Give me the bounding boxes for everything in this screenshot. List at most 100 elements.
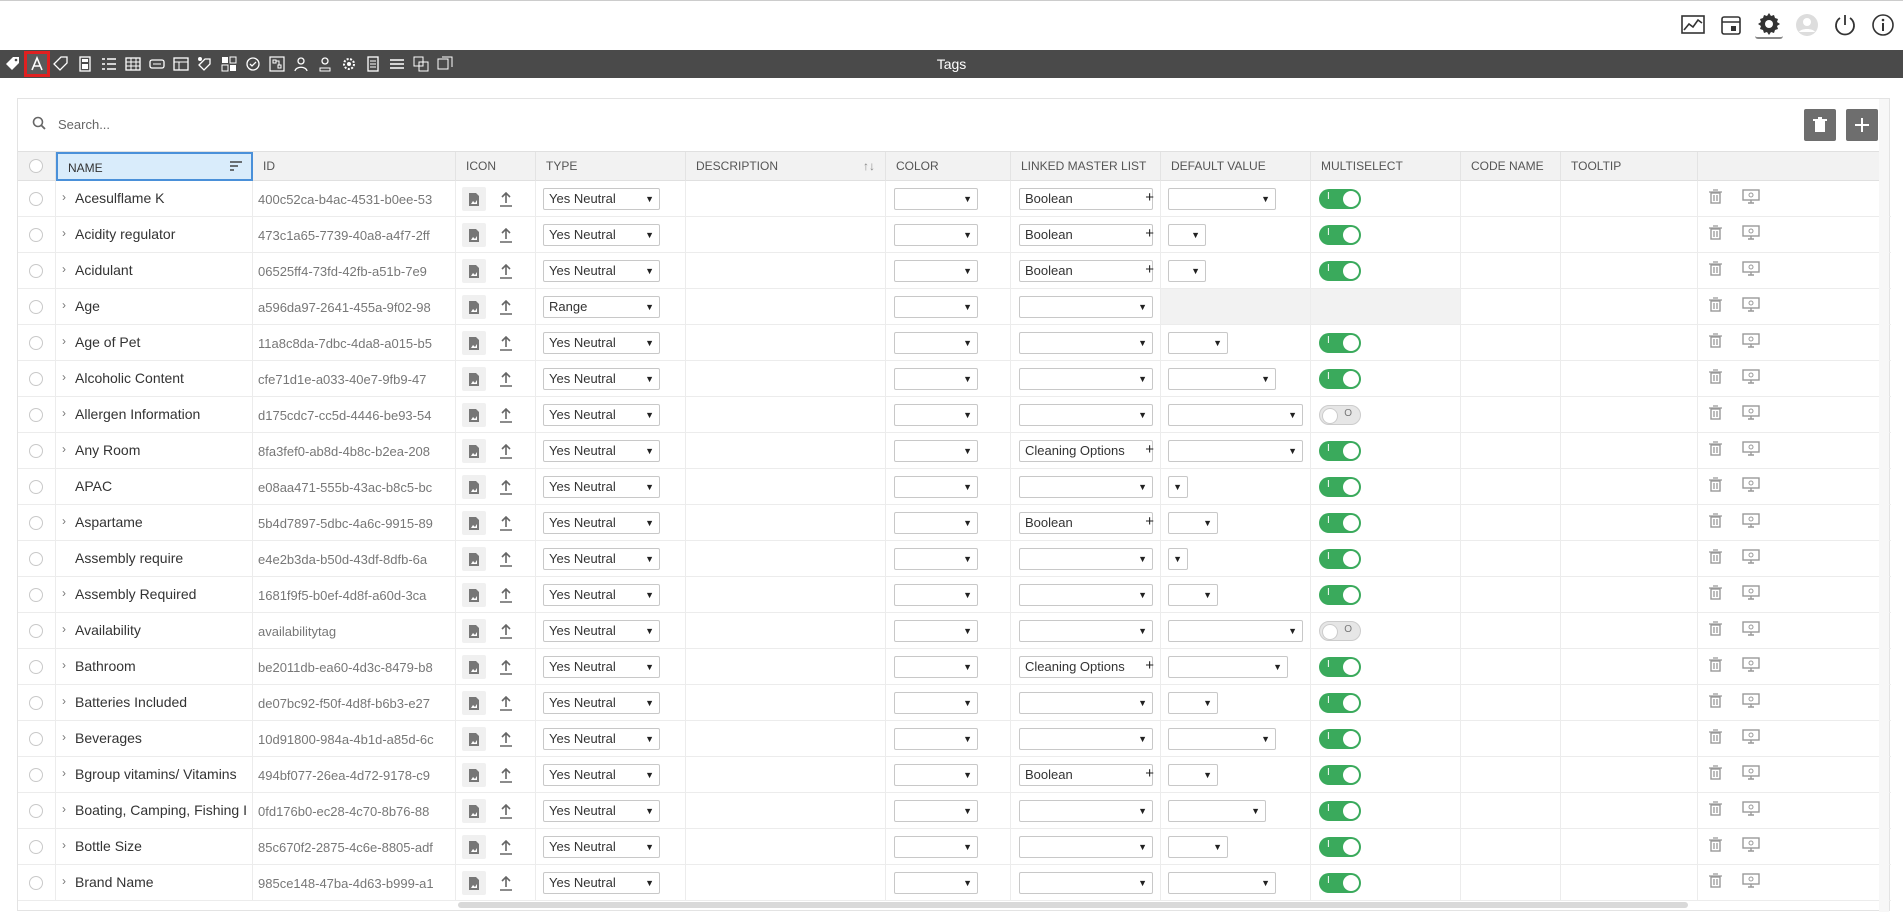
description-cell[interactable] [686, 289, 886, 324]
default-value-select[interactable]: ▼ [1168, 332, 1228, 354]
row-radio[interactable] [29, 588, 43, 602]
default-value-select[interactable]: ▼ [1168, 800, 1266, 822]
name-cell[interactable]: › Bathroom [56, 649, 253, 684]
chevron-right-icon[interactable]: › [62, 730, 66, 744]
trash-icon[interactable] [1709, 261, 1722, 279]
linked-master-list-select[interactable]: ▼ [1019, 404, 1153, 426]
linked-master-list-select[interactable]: Cleaning Options + [1019, 440, 1154, 462]
type-select[interactable]: Yes Neutral ▼ [543, 836, 660, 858]
color-select[interactable]: ▼ [894, 800, 978, 822]
code-name-cell[interactable] [1461, 721, 1561, 756]
type-select[interactable]: Yes Neutral ▼ [543, 548, 660, 570]
row-radio[interactable] [29, 480, 43, 494]
upload-icon[interactable] [494, 583, 518, 607]
trash-icon[interactable] [1709, 333, 1722, 351]
trash-icon[interactable] [1709, 513, 1722, 531]
image-file-icon[interactable] [462, 655, 486, 679]
column-color[interactable]: COLOR [886, 152, 1011, 181]
plus-icon[interactable]: + [1145, 188, 1154, 208]
tooltip-cell[interactable] [1561, 433, 1698, 468]
column-type[interactable]: TYPE [536, 152, 686, 181]
table-row[interactable]: › Acidity regulator 473c1a65-7739-40a8-a4f… [18, 217, 1891, 253]
name-cell[interactable]: › Batteries Included [56, 685, 253, 720]
image-file-icon[interactable] [462, 547, 486, 571]
default-value-select[interactable]: ▼ [1168, 548, 1188, 570]
linked-master-list-select[interactable]: ▼ [1019, 296, 1153, 318]
color-select[interactable]: ▼ [894, 656, 978, 678]
upload-icon[interactable] [494, 799, 518, 823]
default-value-select[interactable]: ▼ [1168, 404, 1303, 426]
linked-master-list-select[interactable]: ▼ [1019, 332, 1153, 354]
name-cell[interactable]: APAC [56, 469, 253, 504]
chevron-right-icon[interactable]: › [62, 766, 66, 780]
gear-icon[interactable] [1755, 11, 1783, 39]
color-select[interactable]: ▼ [894, 512, 978, 534]
image-file-icon[interactable] [462, 223, 486, 247]
color-select[interactable]: ▼ [894, 368, 978, 390]
column-default-value[interactable]: DEFAULT VALUE [1161, 152, 1311, 181]
column-icon[interactable]: ICON [456, 152, 536, 181]
color-select[interactable]: ▼ [894, 764, 978, 786]
tooltip-cell[interactable] [1561, 577, 1698, 612]
image-file-icon[interactable] [462, 403, 486, 427]
tooltip-cell[interactable] [1561, 469, 1698, 504]
color-select[interactable]: ▼ [894, 404, 978, 426]
column-multiselect[interactable]: MULTISELECT [1311, 152, 1461, 181]
upload-icon[interactable] [494, 871, 518, 895]
table-row[interactable]: › Batteries Included de07bc92-f50f-4d8f-b6… [18, 685, 1891, 721]
table-row[interactable]: › Alcoholic Content cfe71d1e-a033-40e7-9fb… [18, 361, 1891, 397]
trash-icon[interactable] [1709, 549, 1722, 567]
name-cell[interactable]: › Acidity regulator [56, 217, 253, 252]
description-cell[interactable] [686, 541, 886, 576]
chevron-right-icon[interactable]: › [62, 874, 66, 888]
image-file-icon[interactable] [462, 799, 486, 823]
upload-icon[interactable] [494, 655, 518, 679]
table-row[interactable]: › Any Room 8fa3fef0-ab8d-4b8c-b2ea-208 Yes … [18, 433, 1891, 469]
edit-display-icon[interactable] [1742, 765, 1760, 783]
description-cell[interactable] [686, 793, 886, 828]
chevron-right-icon[interactable]: › [62, 658, 66, 672]
multiselect-toggle[interactable]: I [1319, 585, 1361, 605]
image-file-icon[interactable] [462, 439, 486, 463]
linked-master-list-select[interactable]: Boolean + [1019, 260, 1154, 282]
linked-master-list-select[interactable]: ▼ [1019, 476, 1153, 498]
multiselect-toggle[interactable]: I [1319, 189, 1361, 209]
name-cell[interactable]: › Alcoholic Content [56, 361, 253, 396]
name-cell[interactable]: › Age [56, 289, 253, 324]
name-cell[interactable]: › Beverages [56, 721, 253, 756]
default-value-select[interactable]: ▼ [1168, 656, 1288, 678]
image-file-icon[interactable] [462, 259, 486, 283]
tooltip-cell[interactable] [1561, 505, 1698, 540]
type-select[interactable]: Yes Neutral ▼ [543, 332, 660, 354]
row-radio[interactable] [29, 660, 43, 674]
edit-display-icon[interactable] [1742, 801, 1760, 819]
column-id[interactable]: ID [253, 152, 456, 181]
chevron-right-icon[interactable]: › [62, 838, 66, 852]
default-value-select[interactable]: ▼ [1168, 224, 1206, 246]
table-row[interactable]: › Acesulflame K 400c52ca-b4ac-4531-b0ee-53… [18, 181, 1891, 217]
chevron-right-icon[interactable]: › [62, 262, 66, 276]
trash-icon[interactable] [1709, 729, 1722, 747]
type-select[interactable]: Yes Neutral ▼ [543, 728, 660, 750]
description-cell[interactable] [686, 253, 886, 288]
table-row[interactable]: › Allergen Information d175cdc7-cc5d-4446-… [18, 397, 1891, 433]
multiselect-toggle[interactable]: I [1319, 441, 1361, 461]
tooltip-cell[interactable] [1561, 253, 1698, 288]
linked-master-list-select[interactable]: ▼ [1019, 872, 1153, 894]
sort-icon[interactable]: ↑↓ [863, 152, 875, 181]
tooltip-cell[interactable] [1561, 793, 1698, 828]
color-select[interactable]: ▼ [894, 548, 978, 570]
table-row[interactable]: › Bathroom be2011db-ea60-4d3c-8479-b8 Yes N… [18, 649, 1891, 685]
plus-icon[interactable]: + [1145, 512, 1154, 532]
default-value-select[interactable]: ▼ [1168, 836, 1228, 858]
color-select[interactable]: ▼ [894, 224, 978, 246]
color-select[interactable]: ▼ [894, 440, 978, 462]
linked-master-list-select[interactable]: Boolean + [1019, 188, 1154, 210]
upload-icon[interactable] [494, 331, 518, 355]
type-select[interactable]: Yes Neutral ▼ [543, 872, 660, 894]
default-value-select[interactable]: ▼ [1168, 620, 1303, 642]
row-radio[interactable] [29, 876, 43, 890]
table-row[interactable]: › Availability availabilitytag Yes Neutral ▼… [18, 613, 1891, 649]
multiselect-toggle[interactable]: I [1319, 873, 1361, 893]
table-row[interactable]: › Bgroup vitamins/ Vitamins 494bf077-26ea-… [18, 757, 1891, 793]
